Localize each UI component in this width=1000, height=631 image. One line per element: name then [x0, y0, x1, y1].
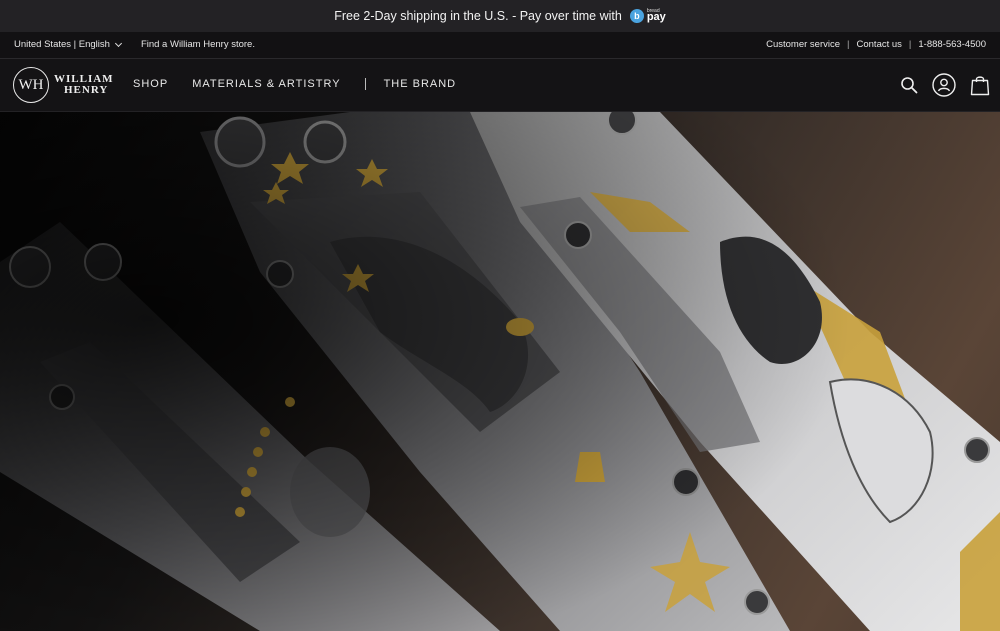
- logo-line-2: HENRY: [64, 84, 109, 96]
- utility-bar: United States | English Find a William H…: [0, 32, 1000, 59]
- phone-link[interactable]: 1-888-563-4500: [918, 39, 986, 50]
- bread-logo-icon: b: [629, 8, 644, 23]
- bread-pay-logo[interactable]: b bread pay: [629, 8, 666, 24]
- contact-us-link[interactable]: Contact us: [857, 39, 902, 50]
- search-icon[interactable]: [900, 76, 918, 94]
- customer-service-link[interactable]: Customer service: [766, 39, 840, 50]
- find-store-link[interactable]: Find a William Henry store.: [141, 39, 255, 50]
- nav-item-the-brand[interactable]: THE BRAND: [384, 78, 457, 90]
- bread-logo-big: pay: [646, 11, 666, 24]
- locale-selector[interactable]: United States | English: [14, 39, 122, 50]
- nav-item-materials-artistry[interactable]: MATERIALS & ARTISTRY: [192, 78, 340, 90]
- nav-item-shop[interactable]: SHOP: [133, 78, 168, 90]
- chevron-down-icon: [114, 39, 122, 47]
- promo-text: Free 2-Day shipping in the U.S. - Pay ov…: [334, 9, 622, 23]
- account-icon[interactable]: [932, 73, 956, 97]
- hero-knives-illustration: [0, 112, 1000, 631]
- promo-banner: Free 2-Day shipping in the U.S. - Pay ov…: [0, 0, 1000, 32]
- separator: |: [908, 39, 912, 50]
- main-nav: WH WILLIAM HENRY SHOP MATERIALS & ARTIST…: [0, 59, 1000, 112]
- nav-divider: [364, 78, 366, 90]
- hero-image[interactable]: [0, 112, 1000, 631]
- nav-menu: SHOP MATERIALS & ARTISTRY THE BRAND: [133, 78, 480, 90]
- locale-label: United States | English: [14, 39, 110, 50]
- logo[interactable]: WH WILLIAM HENRY: [13, 67, 114, 103]
- logo-monogram: WH: [13, 67, 49, 103]
- bag-icon[interactable]: [970, 74, 990, 96]
- separator: |: [847, 39, 850, 50]
